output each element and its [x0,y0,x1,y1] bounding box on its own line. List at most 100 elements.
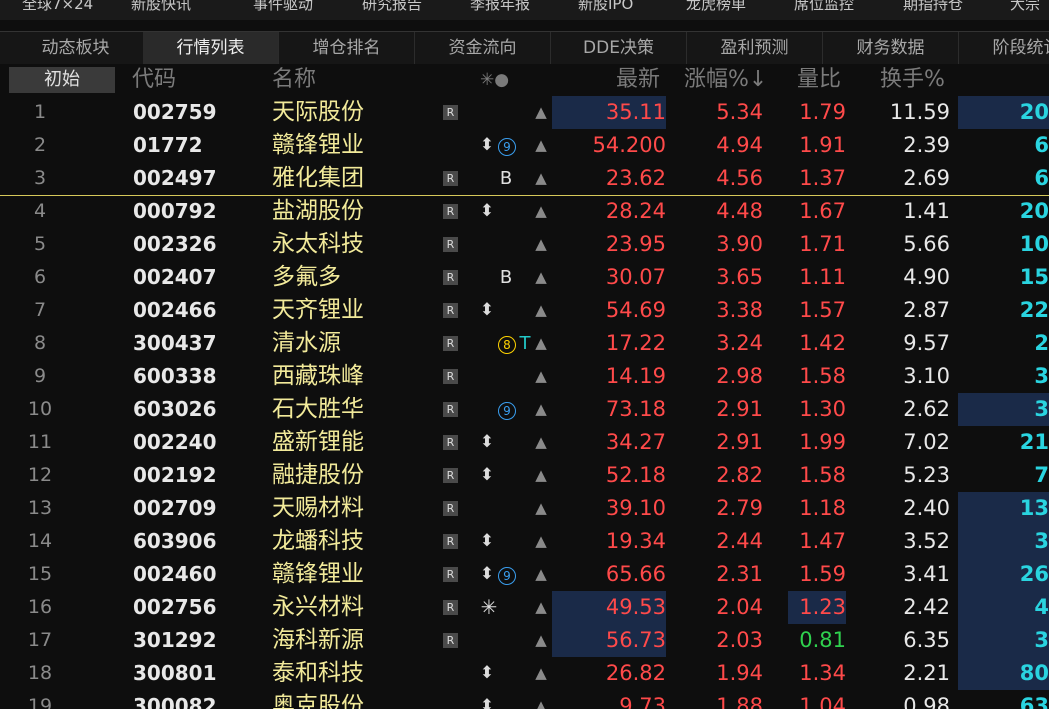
bell-icon[interactable]: ▲ [530,591,552,624]
change-cell: 1.94 [716,661,763,685]
top-nav-item[interactable]: 全球7×24 [22,0,93,14]
col-header-code[interactable]: 代码 [132,64,176,96]
top-nav-item[interactable]: 研究报告 [362,0,422,14]
turnover-cell: 2.69 [903,166,950,190]
bell-icon[interactable]: ▲ [530,426,552,459]
stage-cell: 22 [1019,298,1049,322]
bell-icon[interactable]: ▲ [530,96,552,129]
table-row[interactable]: 11 002240 盛新锂能 R ⬍ ▲ 34.27 2.91 1.99 7.02 21 [0,426,1049,459]
stock-name: 永太科技 [272,231,364,257]
bell-icon[interactable]: ▲ [530,228,552,261]
r-badge-icon: R [443,369,458,384]
stage-cell: 6 [1034,166,1049,190]
tab-item[interactable]: 动态板块 [8,32,144,64]
tab-item[interactable]: 行情列表 [143,32,279,64]
table-row[interactable]: 1 002759 天际股份 R ▲ 35.11 5.34 1.79 11.59 20 [0,96,1049,129]
bell-icon[interactable]: ▲ [530,657,552,690]
turnover-cell: 4.90 [903,265,950,289]
stage-cell: 26 [958,558,1049,591]
top-nav-item[interactable]: 大宗 [1010,0,1040,14]
col-header-name[interactable]: 名称 [272,64,316,96]
bell-icon[interactable]: ▲ [530,294,552,327]
price-cell: 23.95 [605,232,666,256]
top-nav-item[interactable]: 新股IPO [578,0,633,14]
bell-icon[interactable]: ▲ [530,492,552,525]
top-nav-item[interactable]: 新股快讯 [131,0,191,14]
table-row[interactable]: 8 300437 清水源 R 8 T ▲ 17.22 3.24 1.42 9.57 2 [0,327,1049,360]
init-button[interactable]: 初始 [9,67,115,93]
col-header-volume-ratio[interactable]: 量比 [797,64,841,96]
top-nav-item[interactable]: 季报年报 [470,0,530,14]
tab-item[interactable]: DDE决策 [551,32,687,64]
bell-icon[interactable]: ▲ [530,459,552,492]
row-index: 9 [33,365,47,387]
turnover-cell: 3.52 [903,529,950,553]
up-down-arrow-icon: ⬍ [479,201,495,221]
table-row[interactable]: 16 002756 永兴材料 R ✳ ▲ 49.53 2.04 1.23 2.42 4 [0,591,1049,624]
volume-ratio-cell: 1.59 [799,562,846,586]
turnover-cell: 6.35 [903,628,950,652]
table-row[interactable]: 2 01772 赣锋锂业 ⬍ 9 ▲ 54.200 4.94 1.91 2.39 6 [0,129,1049,162]
volume-ratio-cell: 1.91 [799,133,846,157]
col-header-turnover[interactable]: 换手% [880,64,945,96]
table-row[interactable]: 17 301292 海科新源 R ▲ 56.73 2.03 0.81 6.35 3 [0,624,1049,657]
stock-code: 002709 [133,496,217,520]
r-badge-icon: R [443,600,458,615]
price-cell: 19.34 [605,529,666,553]
tab-item[interactable]: 盈利预测 [687,32,823,64]
turnover-cell: 2.62 [903,397,950,421]
bell-icon[interactable]: ▲ [530,525,552,558]
change-cell: 2.03 [716,628,763,652]
top-nav-item[interactable]: 龙虎榜单 [686,0,746,14]
table-row[interactable]: 4 000792 盐湖股份 R ⬍ ▲ 28.24 4.48 1.67 1.41 20 [0,195,1049,228]
bell-icon[interactable]: ▲ [530,558,552,591]
circle-9-icon: 9 [496,558,518,591]
table-row[interactable]: 19 300082 奥克股份 ⬍ ▲ 9.73 1.88 1.04 0.98 63 [0,690,1049,709]
tab-item[interactable]: 资金流向 [415,32,551,64]
tab-item[interactable]: 财务数据 [823,32,959,64]
table-row[interactable]: 13 002709 天赐材料 R ▲ 39.10 2.79 1.18 2.40 13 [0,492,1049,525]
price-cell: 52.18 [605,463,666,487]
table-row[interactable]: 12 002192 融捷股份 R ⬍ ▲ 52.18 2.82 1.58 5.23 7 [0,459,1049,492]
change-cell: 3.38 [716,298,763,322]
stock-name: 西藏珠峰 [272,363,364,389]
table-row[interactable]: 5 002326 永太科技 R ▲ 23.95 3.90 1.71 5.66 10 [0,228,1049,261]
bell-icon[interactable]: ▲ [530,360,552,393]
up-down-arrow-icon: ⬍ [479,531,495,551]
table-row[interactable]: 15 002460 赣锋锂业 R ⬍ 9 ▲ 65.66 2.31 1.59 3.41 26 [0,558,1049,591]
table-row[interactable]: 6 002407 多氟多 R B ▲ 30.07 3.65 1.11 4.90 15 [0,261,1049,294]
col-header-price[interactable]: 最新 [616,64,660,96]
price-cell: 34.27 [605,430,666,454]
bell-icon[interactable]: ▲ [530,162,552,195]
table-row[interactable]: 9 600338 西藏珠峰 R ▲ 14.19 2.98 1.58 3.10 3 [0,360,1049,393]
change-cell: 2.82 [716,463,763,487]
bell-icon[interactable]: ▲ [530,195,552,228]
table-row[interactable]: 14 603906 龙蟠科技 R ⬍ ▲ 19.34 2.44 1.47 3.52 3 [0,525,1049,558]
bell-icon[interactable]: ▲ [530,690,552,709]
stage-cell: 3 [958,393,1049,426]
bell-icon[interactable]: ▲ [530,393,552,426]
top-nav-item[interactable]: 席位监控 [794,0,854,14]
price-cell: 73.18 [605,397,666,421]
table-row[interactable]: 18 300801 泰和科技 ⬍ ▲ 26.82 1.94 1.34 2.21 80 [0,657,1049,690]
bell-icon[interactable]: ▲ [530,129,552,162]
col-header-change[interactable]: 涨幅%↓ [684,64,767,96]
row-index: 8 [33,332,47,354]
bell-icon[interactable]: ▲ [530,261,552,294]
table-row[interactable]: 3 002497 雅化集团 R B ▲ 23.62 4.56 1.37 2.69 6 [0,162,1049,195]
stage-cell: 63 [1019,694,1049,709]
top-nav-item[interactable]: 期指持仓 [903,0,963,14]
bell-icon[interactable]: ▲ [530,327,552,360]
bell-icon[interactable]: ▲ [530,624,552,657]
change-cell: 3.65 [716,265,763,289]
table-row[interactable]: 10 603026 石大胜华 R 9 ▲ 73.18 2.91 1.30 2.62 3 [0,393,1049,426]
r-badge-icon: R [443,204,458,219]
tab-item[interactable]: 增仓排名 [279,32,415,64]
tab-item[interactable]: 阶段统计 [959,32,1049,64]
r-badge-icon: R [443,171,458,186]
volume-ratio-cell: 1.58 [799,364,846,388]
col-header-flags[interactable]: ✳● [480,64,509,96]
top-nav-item[interactable]: 事件驱动 [253,0,313,14]
up-down-arrow-icon: ⬍ [479,300,495,320]
table-row[interactable]: 7 002466 天齐锂业 R ⬍ ▲ 54.69 3.38 1.57 2.87 22 [0,294,1049,327]
